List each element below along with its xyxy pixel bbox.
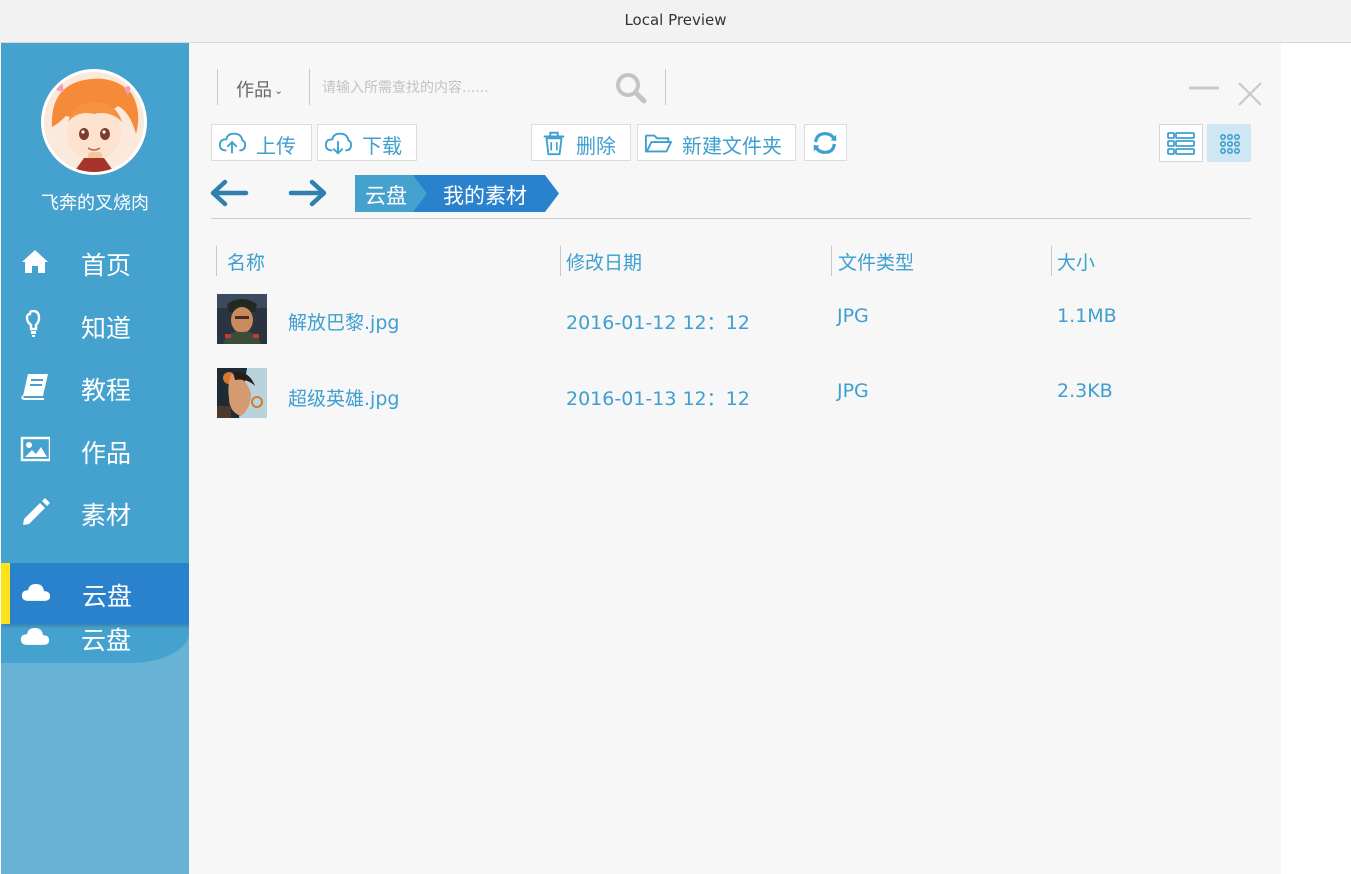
minimize-icon[interactable]: [1186, 74, 1222, 98]
sidebar-item-knowledge[interactable]: 知道: [1, 299, 189, 349]
list-view-button[interactable]: [1159, 124, 1203, 162]
main-panel: [189, 43, 1281, 874]
column-header-type[interactable]: 文件类型: [838, 248, 914, 275]
close-icon[interactable]: [1236, 80, 1264, 108]
toolbar-separator: [211, 218, 1251, 219]
trash-icon: [543, 131, 565, 156]
table-row[interactable]: 解放巴黎.jpg 2016-01-12 12：12 JPG 1.1MB: [211, 294, 1251, 354]
sidebar-item-tutorial[interactable]: 教程: [1, 361, 189, 411]
sidebar-item-materials[interactable]: 素材: [1, 486, 189, 536]
column-divider: [560, 246, 561, 276]
search-divider: [309, 69, 310, 105]
file-date: 2016-01-13 12：12: [566, 388, 750, 410]
column-divider: [831, 246, 832, 276]
sidebar-item-home[interactable]: 首页: [1, 236, 189, 286]
file-name[interactable]: 解放巴黎.jpg: [288, 308, 399, 335]
cloud-upload-icon: [218, 132, 246, 154]
breadcrumb: 云盘 我的素材: [355, 175, 561, 212]
file-thumbnail: [217, 368, 267, 418]
file-type: JPG: [837, 305, 869, 327]
delete-label: 删除: [576, 134, 616, 158]
window-title: Local Preview: [624, 11, 727, 29]
search-icon[interactable]: [614, 71, 648, 105]
download-button[interactable]: 下载: [317, 124, 417, 161]
new-folder-button[interactable]: 新建文件夹: [637, 124, 796, 161]
file-type: JPG: [837, 380, 869, 402]
window-titlebar: Local Preview: [0, 0, 1351, 43]
refresh-button[interactable]: [804, 124, 847, 161]
sidebar-item-works[interactable]: 作品: [1, 424, 189, 474]
refresh-icon: [813, 132, 837, 154]
breadcrumb-item-cloud[interactable]: 云盘: [365, 180, 407, 210]
sidebar-item-label: 素材: [81, 501, 132, 530]
search-divider: [217, 69, 218, 105]
sidebar-item-label: 知道: [81, 314, 132, 343]
folder-icon: [644, 134, 672, 153]
delete-button[interactable]: 删除: [531, 124, 631, 161]
sidebar-item-label: 教程: [81, 376, 132, 405]
column-divider: [1051, 246, 1052, 276]
search-scope-label: 作品: [236, 80, 272, 101]
new-folder-label: 新建文件夹: [682, 134, 782, 158]
breadcrumb-item-materials[interactable]: 我的素材: [443, 180, 527, 210]
back-arrow-icon[interactable]: [208, 176, 250, 210]
sidebar-item-label: 云盘: [81, 626, 132, 655]
file-size: 1.1MB: [1057, 305, 1117, 327]
upload-button[interactable]: 上传: [211, 124, 312, 161]
file-size: 2.3KB: [1057, 380, 1113, 402]
grid-view-icon: [1220, 134, 1240, 154]
pencil-icon: [23, 498, 50, 525]
download-label: 下载: [362, 134, 402, 158]
search-input[interactable]: [322, 77, 602, 99]
sidebar-item-label: 云盘: [82, 582, 133, 611]
list-view-icon: [1167, 132, 1195, 155]
column-header-date[interactable]: 修改日期: [566, 248, 642, 275]
file-thumbnail: [217, 294, 267, 344]
search-scope-select[interactable]: 作品 ⌄: [236, 76, 283, 102]
upload-label: 上传: [256, 134, 296, 158]
file-date: 2016-01-12 12：12: [566, 312, 750, 334]
lightbulb-icon: [25, 310, 41, 337]
file-name[interactable]: 超级英雄.jpg: [288, 384, 399, 411]
sidebar-item-label: 作品: [81, 439, 132, 468]
sidebar-item-label: 首页: [81, 251, 132, 280]
home-icon: [22, 250, 48, 273]
cloud-download-icon: [324, 132, 352, 155]
column-header-name[interactable]: 名称: [227, 248, 265, 275]
column-divider: [216, 246, 217, 276]
image-icon: [20, 436, 50, 462]
username: 飞奔的叉烧肉: [41, 193, 149, 214]
book-icon: [21, 374, 48, 400]
sidebar: 飞奔的叉烧肉 首页 知道 教程 作品 素材 云盘 云盘: [1, 43, 189, 874]
grid-view-button[interactable]: [1207, 124, 1251, 162]
forward-arrow-icon[interactable]: [287, 176, 329, 210]
chevron-down-icon: ⌄: [274, 84, 284, 97]
avatar[interactable]: [41, 69, 147, 175]
table-row[interactable]: 超级英雄.jpg 2016-01-13 12：12 JPG 2.3KB: [211, 368, 1251, 428]
cloud-icon: [21, 584, 51, 601]
column-header-size[interactable]: 大小: [1057, 248, 1095, 275]
sidebar-item-cloud-active[interactable]: 云盘: [1, 563, 189, 624]
cloud-icon: [20, 628, 50, 645]
search-divider: [665, 69, 666, 105]
